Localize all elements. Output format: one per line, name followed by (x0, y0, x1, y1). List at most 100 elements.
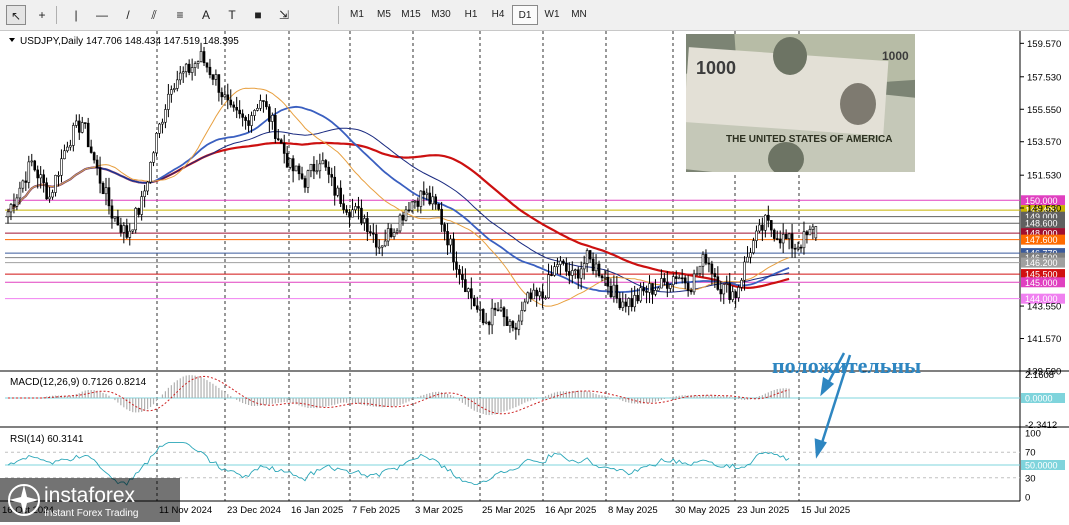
candle (389, 228, 393, 237)
candle (190, 67, 194, 73)
candle (229, 99, 233, 106)
candle (487, 321, 491, 326)
candle (134, 208, 138, 231)
candle (63, 150, 66, 160)
candle (321, 160, 325, 165)
candle (75, 120, 78, 126)
candle (57, 174, 60, 177)
candle (597, 263, 601, 277)
candle (294, 165, 298, 172)
candle (164, 109, 167, 123)
chart-window[interactable]: 2.1608-2.34120.0000 100705030050.0000 15… (0, 31, 1069, 522)
timeframe-d1-button[interactable]: D1 (512, 5, 538, 25)
candle (544, 297, 547, 300)
price-axis-label: 157.530 (1027, 72, 1061, 83)
cursor-tool-icon[interactable]: ↖ (6, 5, 26, 25)
candle (196, 61, 200, 64)
crosshair-tool-icon[interactable]: + (32, 5, 52, 25)
timeframe-h1-button[interactable]: H1 (458, 5, 484, 25)
text-tool-icon[interactable]: A (196, 5, 216, 25)
candle (158, 123, 161, 134)
candle (89, 146, 93, 153)
candle (235, 106, 238, 111)
channel-tool-icon[interactable]: ⫽ (144, 5, 164, 25)
candle (184, 63, 188, 72)
candle (621, 301, 625, 309)
candle (247, 120, 250, 126)
candle (704, 254, 708, 264)
candle (743, 261, 746, 281)
timeframe-m15-button[interactable]: M15 (398, 5, 424, 25)
timeframe-m30-button[interactable]: M30 (428, 5, 454, 25)
rsi-axis-label: 100 (1025, 429, 1041, 440)
candle (591, 258, 595, 272)
candle (178, 72, 182, 81)
candle (752, 240, 755, 254)
candle (674, 276, 678, 279)
vertical-line-tool-icon[interactable]: | (66, 5, 86, 25)
candle (273, 114, 277, 139)
candle (413, 200, 417, 203)
price-level-label: 145.000 (1025, 278, 1058, 288)
macd-title: MACD(12,26,9) 0.7126 0.8214 (10, 377, 147, 388)
timeframe-h4-button[interactable]: H4 (485, 5, 511, 25)
candle (259, 100, 262, 109)
candle (116, 216, 120, 226)
timeframe-m1-button[interactable]: M1 (344, 5, 370, 25)
candle (374, 233, 378, 248)
candle (556, 264, 559, 268)
candle (481, 309, 485, 324)
price-level-label: 147.600 (1025, 235, 1058, 245)
candle (603, 276, 607, 279)
candle (535, 289, 538, 297)
timeframe-w1-button[interactable]: W1 (539, 5, 565, 25)
candle (686, 282, 690, 291)
candle (671, 276, 675, 286)
arrows-tool-icon[interactable]: ⇲ (274, 5, 294, 25)
candle (737, 287, 740, 299)
candle (660, 278, 663, 289)
trendline-tool-icon[interactable]: / (118, 5, 138, 25)
candle (223, 94, 227, 98)
candle (511, 321, 515, 329)
candle (425, 192, 429, 195)
candle (576, 269, 580, 279)
candle (72, 125, 75, 146)
fibonacci-tool-icon[interactable]: ≡ (170, 5, 190, 25)
candle (669, 284, 672, 289)
candle (784, 233, 788, 240)
instaforex-logo-icon (8, 484, 40, 516)
candle (645, 290, 648, 293)
candle (363, 218, 366, 224)
candle (250, 115, 253, 126)
candle (401, 214, 405, 221)
candle (526, 292, 530, 303)
candle (15, 197, 19, 207)
timeframe-m5-button[interactable]: M5 (371, 5, 397, 25)
rsi-axis-label: 30 (1025, 473, 1036, 484)
candle (725, 283, 729, 285)
candle (547, 274, 550, 299)
candle (701, 254, 705, 267)
candle (27, 161, 31, 183)
candle (746, 256, 749, 263)
rectangle-tool-icon[interactable]: ■ (248, 5, 268, 25)
candle (33, 160, 37, 171)
candle (149, 162, 152, 183)
macd-zero-label: 0.0000 (1025, 393, 1053, 403)
candle (440, 208, 443, 225)
candle (327, 166, 331, 175)
candle (285, 153, 289, 168)
candle (654, 290, 657, 295)
candle (799, 246, 803, 249)
candle (470, 288, 473, 299)
label-tool-icon[interactable]: T (222, 5, 242, 25)
timeframe-mn-button[interactable]: MN (566, 5, 592, 25)
candle (698, 265, 702, 274)
date-axis-label: 16 Apr 2025 (545, 505, 596, 516)
horizontal-line-tool-icon[interactable]: — (92, 5, 112, 25)
candle (461, 274, 464, 280)
candle (253, 110, 256, 116)
candle (633, 295, 636, 308)
candle (24, 180, 28, 183)
